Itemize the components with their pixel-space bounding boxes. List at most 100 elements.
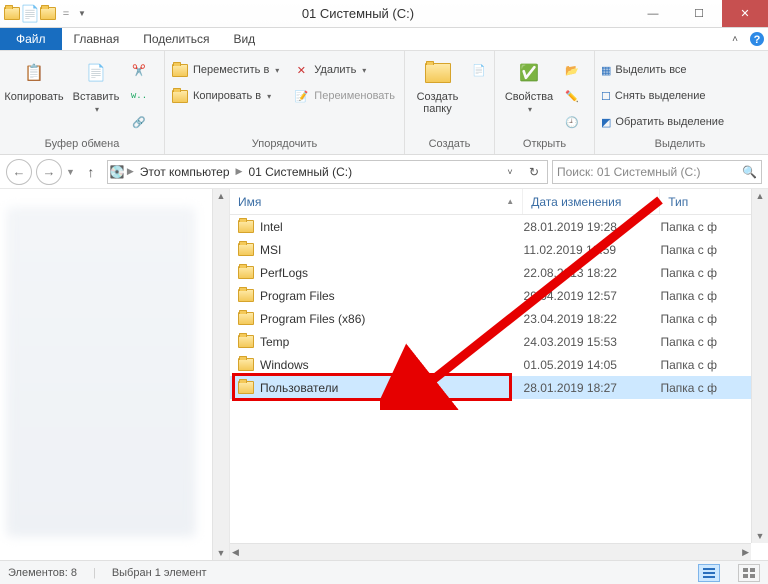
organize-group: Переместить в▾ Копировать в▾ ✕Удалить▾ 📝… (165, 51, 405, 154)
back-button[interactable]: ← (6, 159, 32, 185)
list-scrollbar-v[interactable]: ▲▼ (751, 189, 768, 543)
scroll-up-icon[interactable]: ▲ (756, 191, 765, 201)
file-row[interactable]: Program Files (x86)23.04.2019 18:22Папка… (230, 307, 768, 330)
file-row[interactable]: Intel28.01.2019 19:28Папка с ф (230, 215, 768, 238)
quick-access-toolbar: 📄 = ▼ (0, 6, 86, 22)
folder-icon (238, 243, 254, 256)
file-row[interactable]: Temp24.03.2019 15:53Папка с ф (230, 330, 768, 353)
folder-icon (238, 220, 254, 233)
window-title: 01 Системный (C:) (86, 6, 630, 21)
new-item-icon[interactable]: 📄 (470, 59, 488, 81)
close-button[interactable]: ✕ (722, 0, 768, 27)
status-selected: Выбран 1 элемент (112, 567, 207, 579)
address-dropdown-icon[interactable]: ˅ (499, 167, 521, 177)
file-row[interactable]: MSI11.02.2019 18:59Папка с ф (230, 238, 768, 261)
address-bar[interactable]: 💽 ▶ Этот компьютер ▶ 01 Системный (C:) ˅… (107, 160, 548, 184)
list-scrollbar-h[interactable]: ◀▶ (230, 543, 751, 560)
open-icon[interactable]: 📂 (563, 59, 581, 81)
chevron-right-icon[interactable]: ▶ (236, 166, 243, 177)
select-all-button[interactable]: ▦Выделить все (601, 59, 724, 81)
column-date[interactable]: Дата изменения (523, 189, 660, 214)
copy-to-button[interactable]: Копировать в▾ (171, 85, 286, 107)
qat-dropdown-icon[interactable]: ▼ (78, 9, 86, 18)
svg-text:?: ? (754, 34, 761, 46)
view-tab[interactable]: Вид (221, 28, 267, 50)
chevron-right-icon[interactable]: ▶ (127, 166, 134, 177)
rename-button[interactable]: 📝Переименовать (292, 85, 398, 107)
folder-icon (238, 289, 254, 302)
file-date: 24.03.2019 15:53 (524, 335, 661, 349)
tree-scrollbar[interactable]: ▲▼ (212, 189, 229, 560)
refresh-icon[interactable]: ↻ (523, 165, 545, 179)
copy-button[interactable]: 📋Копировать (6, 55, 62, 103)
select-group: ▦Выделить все ☐Снять выделение ◩Обратить… (595, 51, 765, 154)
file-date: 23.04.2019 18:22 (524, 312, 661, 326)
maximize-button[interactable]: ☐ (676, 0, 722, 27)
file-name: Program Files (260, 289, 335, 303)
content-area: ▲▼ Имя▲ Дата изменения Тип Intel28.01.20… (0, 189, 768, 560)
template-icon[interactable]: 📄 (22, 6, 38, 22)
equals-icon[interactable]: = (58, 6, 74, 22)
file-list: Имя▲ Дата изменения Тип Intel 28.01.2019 … (230, 189, 768, 560)
folder-icon (238, 335, 254, 348)
up-button[interactable]: ↑ (79, 164, 103, 180)
breadcrumb-drive[interactable]: 01 Системный (C:) (244, 165, 356, 179)
file-row[interactable]: Windows01.05.2019 14:05Папка с ф (230, 353, 768, 376)
status-count: Элементов: 8 (8, 567, 77, 579)
file-date: 28.01.2019 19:28 (524, 220, 661, 234)
scroll-up-icon[interactable]: ▲ (217, 191, 226, 201)
status-bar: Элементов: 8 | Выбран 1 элемент (0, 560, 768, 584)
breadcrumb-root[interactable]: Этот компьютер (136, 165, 234, 179)
folder-icon (238, 312, 254, 325)
file-tab[interactable]: Файл (0, 28, 62, 50)
properties-button[interactable]: ✅Свойства▾ (501, 55, 557, 114)
delete-button[interactable]: ✕Удалить▾ (292, 59, 398, 81)
paste-button[interactable]: 📄Вставить▾ (68, 55, 124, 114)
copy-path-button[interactable]: w.. (130, 85, 148, 107)
minimize-button[interactable]: — (630, 0, 676, 27)
file-date: 29.04.2019 12:57 (524, 289, 661, 303)
folder-icon (4, 6, 20, 22)
share-tab[interactable]: Поделиться (131, 28, 221, 50)
clipboard-group: 📋Копировать 📄Вставить▾ ✂️ w.. 🔗 Буфер об… (0, 51, 165, 154)
scroll-down-icon[interactable]: ▼ (217, 548, 226, 558)
file-date: 01.05.2019 14:05 (524, 358, 661, 372)
new-folder-button[interactable]: Создать папку (411, 55, 464, 115)
edit-icon[interactable]: ✏️ (563, 85, 581, 107)
scroll-left-icon[interactable]: ◀ (232, 547, 239, 558)
file-name: Intel (260, 220, 283, 234)
file-row[interactable]: Program Files29.04.2019 12:57Папка с ф (230, 284, 768, 307)
file-row[interactable]: Пользователи28.01.2019 18:27Папка с ф (230, 376, 768, 399)
help-icon[interactable]: ? (746, 28, 768, 50)
forward-button[interactable]: → (36, 159, 62, 185)
collapse-ribbon-icon[interactable]: ˄ (724, 28, 746, 50)
sort-asc-icon: ▲ (506, 197, 514, 206)
search-input[interactable]: Поиск: 01 Системный (C:) 🔍 (552, 160, 762, 184)
props-icon[interactable] (40, 6, 56, 22)
file-name: Пользователи (260, 381, 338, 395)
history-icon[interactable]: 🕘 (563, 111, 581, 133)
organize-label: Упорядочить (165, 136, 404, 154)
file-date: 22.08.2013 18:22 (524, 266, 661, 280)
invert-selection-button[interactable]: ◩Обратить выделение (601, 111, 724, 133)
cut-button[interactable]: ✂️ (130, 59, 148, 81)
icons-view-button[interactable] (738, 564, 760, 582)
folder-icon (238, 358, 254, 371)
navigation-pane[interactable]: ▲▼ (0, 189, 230, 560)
details-view-button[interactable] (698, 564, 720, 582)
create-group: Создать папку 📄 Создать (405, 51, 495, 154)
list-header: Имя▲ Дата изменения Тип (230, 189, 768, 215)
scroll-down-icon[interactable]: ▼ (756, 531, 765, 541)
ribbon: 📋Копировать 📄Вставить▾ ✂️ w.. 🔗 Буфер об… (0, 51, 768, 155)
scroll-right-icon[interactable]: ▶ (742, 547, 749, 558)
file-date: 11.02.2019 18:59 (524, 243, 661, 257)
deselect-button[interactable]: ☐Снять выделение (601, 85, 724, 107)
file-name: MSI (260, 243, 281, 257)
recent-dropdown-icon[interactable]: ▼ (66, 167, 75, 177)
move-to-button[interactable]: Переместить в▾ (171, 59, 286, 81)
file-row[interactable]: PerfLogs22.08.2013 18:22Папка с ф (230, 261, 768, 284)
main-tab[interactable]: Главная (62, 28, 132, 50)
paste-shortcut-button[interactable]: 🔗 (130, 111, 148, 133)
column-name[interactable]: Имя▲ (230, 189, 523, 214)
clipboard-label: Буфер обмена (0, 136, 164, 154)
